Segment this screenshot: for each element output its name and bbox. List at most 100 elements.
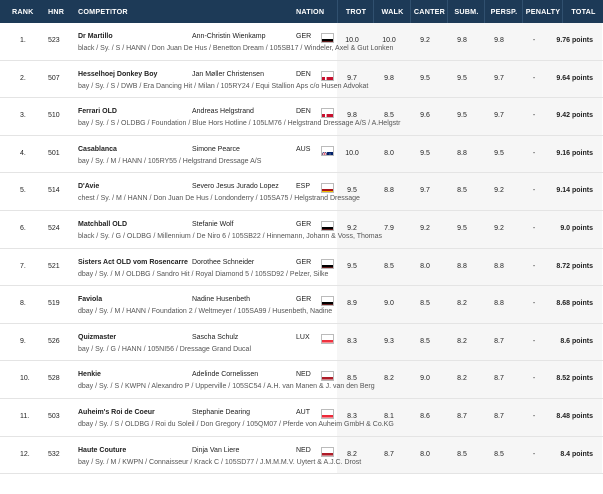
- total-points: 8.4 points: [560, 450, 593, 458]
- results-table: RANK HNR COMPETITOR NATION TROT WALK CAN…: [0, 0, 603, 475]
- walk-score: 9.3: [384, 337, 394, 345]
- trot-score: 8.3: [347, 337, 357, 345]
- table-row[interactable]: 5. 514 D'Avie chest / Sy. / M / HANN / Don …: [0, 173, 603, 211]
- horse-info: dbay / Sy. / M / HANN / Foundation 2 / W…: [78, 308, 333, 316]
- total-points: 9.64 points: [556, 74, 593, 82]
- canter-score: 8.6: [420, 412, 430, 420]
- horse-info: bay / Sy. / M / HANN / 105RY55 / Helgstr…: [78, 157, 262, 165]
- penalty-value: -: [532, 37, 536, 44]
- trot-score: 9.5: [347, 187, 357, 195]
- horse-name[interactable]: Dr Martillo: [78, 33, 113, 40]
- rank-cell: 1.: [20, 37, 26, 44]
- horse-name[interactable]: Auheim's Roi de Coeur: [78, 409, 155, 416]
- penalty-value: -: [532, 262, 536, 270]
- rider-name[interactable]: Stephanie Dearing: [192, 409, 250, 416]
- nation-code: ESP: [296, 183, 311, 191]
- penalty-value: -: [532, 450, 536, 458]
- table-row[interactable]: 11. 503 Auheim's Roi de Coeur dbay / Sy. / …: [0, 398, 603, 437]
- rider-name[interactable]: Severo Jesus Jurado Lopez: [192, 183, 279, 190]
- table-row[interactable]: 8. 519 Faviola dbay / Sy. / M / HANN / Foun…: [0, 286, 603, 324]
- rider-name[interactable]: Stefanie Wolf: [192, 221, 234, 228]
- rider-name[interactable]: Nadine Husenbeth: [192, 296, 250, 303]
- horse-info: black / Sy. / S / HANN / Don Juan De Hus…: [78, 45, 394, 52]
- table-row[interactable]: 4. 501 Casablanca bay / Sy. / M / HANN / 10…: [0, 135, 603, 174]
- table-row[interactable]: 1. 523 Dr Martillo black / Sy. / S / HANN /…: [0, 23, 603, 61]
- submission-score: 8.8: [457, 149, 467, 157]
- horse-name[interactable]: Hesselhoej Donkey Boy: [78, 71, 157, 78]
- perspective-score: 8.5: [494, 450, 504, 458]
- horse-name[interactable]: Casablanca: [78, 146, 117, 153]
- nation-code: AUT: [296, 408, 310, 416]
- penalty-value: -: [532, 375, 536, 383]
- total-points: 8.6 points: [560, 337, 593, 345]
- rank-cell: 10.: [20, 375, 30, 383]
- total-points: 8.72 points: [556, 262, 593, 270]
- table-row[interactable]: 12. 532 Haute Couture bay / Sy. / M / KWPN …: [0, 436, 603, 475]
- canter-score: 9.0: [420, 375, 430, 383]
- rank-cell: 4.: [20, 149, 26, 157]
- rank-cell: 6.: [20, 224, 26, 232]
- horse-info: black / Sy. / G / OLDBG / Millennium / D…: [78, 232, 382, 240]
- canter-score: 9.2: [420, 224, 430, 232]
- header-penalty[interactable]: PENALTY: [522, 0, 563, 23]
- rider-name[interactable]: Dorothee Schneider: [192, 259, 254, 266]
- den-flag-icon: [321, 108, 334, 119]
- header-nation[interactable]: NATION: [296, 0, 324, 23]
- header-persp[interactable]: PERSP.: [484, 0, 523, 23]
- rank-cell: 9.: [20, 337, 26, 345]
- header-canter[interactable]: CANTER: [410, 0, 448, 23]
- rider-name[interactable]: Adelinde Cornelissen: [192, 371, 258, 378]
- nation-code: DEN: [296, 108, 311, 116]
- rider-name[interactable]: Dinja Van Liere: [192, 447, 239, 454]
- total-points: 9.14 points: [556, 187, 593, 195]
- penalty-value: -: [532, 337, 536, 345]
- perspective-score: 9.5: [494, 149, 504, 157]
- total-points: 9.42 points: [556, 112, 593, 120]
- walk-score: 8.2: [384, 375, 394, 383]
- rank-cell: 8.: [20, 300, 26, 308]
- submission-score: 9.5: [457, 112, 467, 120]
- header-subm[interactable]: SUBM.: [447, 0, 485, 23]
- rider-name[interactable]: Andreas Helgstrand: [192, 108, 254, 115]
- horse-info: chest / Sy. / M / HANN / Don Juan De Hus…: [78, 195, 360, 203]
- hnr-cell: 519: [48, 300, 60, 308]
- submission-score: 9.8: [457, 37, 467, 44]
- perspective-score: 9.2: [494, 224, 504, 232]
- header-competitor[interactable]: COMPETITOR: [78, 0, 128, 23]
- horse-name[interactable]: D'Avie: [78, 183, 99, 190]
- horse-name[interactable]: Haute Couture: [78, 447, 126, 454]
- table-row[interactable]: 10. 528 Henkie dbay / Sy. / S / KWPN / Alex…: [0, 361, 603, 399]
- header-rank[interactable]: RANK: [12, 0, 34, 23]
- table-row[interactable]: 6. 524 Matchball OLD black / Sy. / G / OLDB…: [0, 210, 603, 249]
- header-hnr[interactable]: HNR: [48, 0, 64, 23]
- horse-name[interactable]: Henkie: [78, 371, 101, 378]
- table-row[interactable]: 3. 510 Ferrari OLD bay / Sy. / S / OLDBG / …: [0, 98, 603, 136]
- horse-name[interactable]: Quizmaster: [78, 334, 116, 341]
- header-total[interactable]: TOTAL: [562, 0, 603, 23]
- rider-name[interactable]: Sascha Schulz: [192, 334, 238, 341]
- submission-score: 9.5: [457, 74, 467, 82]
- hnr-cell: 507: [48, 74, 60, 82]
- total-points: 8.68 points: [556, 300, 593, 308]
- horse-name[interactable]: Matchball OLD: [78, 221, 127, 228]
- submission-score: 8.7: [457, 412, 467, 420]
- rider-name[interactable]: Simone Pearce: [192, 146, 240, 153]
- horse-name[interactable]: Faviola: [78, 296, 102, 303]
- rider-name[interactable]: Jan Møller Christensen: [192, 71, 264, 78]
- header-walk[interactable]: WALK: [373, 0, 411, 23]
- horse-name[interactable]: Sisters Act OLD vom Rosencarre: [78, 259, 188, 266]
- nation-code: GER: [296, 33, 312, 40]
- aut-flag-icon: [321, 408, 334, 419]
- trot-score: 8.5: [347, 375, 357, 383]
- canter-score: 9.7: [420, 187, 430, 195]
- horse-name[interactable]: Ferrari OLD: [78, 108, 117, 115]
- table-row[interactable]: 2. 507 Hesselhoej Donkey Boy bay / Sy. / S …: [0, 60, 603, 99]
- hnr-cell: 514: [48, 187, 60, 195]
- hnr-cell: 510: [48, 112, 60, 120]
- header-trot[interactable]: TROT: [337, 0, 374, 23]
- table-row[interactable]: 7. 521 Sisters Act OLD vom Rosencarre dbay …: [0, 248, 603, 287]
- table-row[interactable]: 9. 526 Quizmaster bay / Sy. / G / HANN / 10…: [0, 323, 603, 362]
- total-points: 8.52 points: [556, 375, 593, 383]
- canter-score: 9.6: [420, 112, 430, 120]
- rider-name[interactable]: Ann-Christin Wienkamp: [192, 33, 266, 40]
